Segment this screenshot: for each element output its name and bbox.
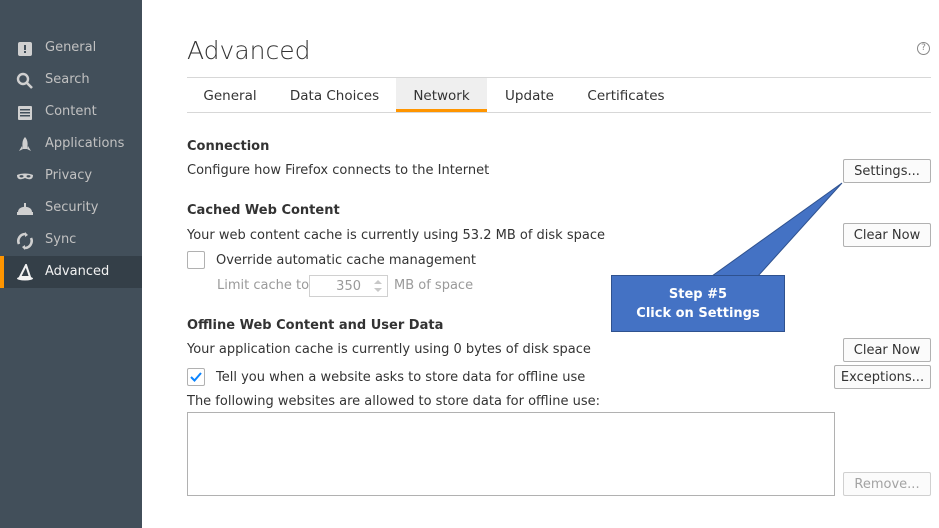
sync-icon <box>17 232 33 250</box>
connection-description: Configure how Firefox connects to the In… <box>187 163 490 178</box>
tab-data-choices[interactable]: Data Choices <box>281 78 388 112</box>
sidebar-item-label: Sync <box>45 232 77 247</box>
wizard-hat-icon <box>17 264 33 281</box>
step-callout: Step #5 Click on Settings <box>611 275 785 332</box>
search-icon <box>16 72 33 89</box>
sidebar: General Search Content Applications Priv… <box>0 0 142 528</box>
offline-content-heading: Offline Web Content and User Data <box>187 318 444 333</box>
sidebar-item-applications[interactable]: Applications <box>0 128 142 160</box>
tabs-divider <box>187 112 931 113</box>
sidebar-item-privacy[interactable]: Privacy <box>0 160 142 192</box>
sidebar-item-label: Applications <box>45 136 125 151</box>
sidebar-item-advanced[interactable]: Advanced <box>0 256 142 288</box>
remove-button[interactable]: Remove... <box>843 472 931 496</box>
general-icon <box>18 42 32 56</box>
sidebar-item-security[interactable]: Security <box>0 192 142 224</box>
cache-unit-label: MB of space <box>394 278 474 293</box>
helmet-icon <box>17 203 33 215</box>
clear-app-cache-button[interactable]: Clear Now <box>843 338 931 362</box>
sidebar-item-search[interactable]: Search <box>0 64 142 96</box>
sidebar-item-label: Content <box>45 104 97 119</box>
tab-certificates[interactable]: Certificates <box>578 78 674 112</box>
app-cache-usage-text: Your application cache is currently usin… <box>187 342 591 357</box>
cache-size-value: 350 <box>336 279 361 294</box>
settings-button[interactable]: Settings... <box>843 159 931 183</box>
page-title: Advanced <box>187 36 311 65</box>
allowed-sites-label: The following websites are allowed to st… <box>187 394 600 409</box>
exceptions-button[interactable]: Exceptions... <box>834 365 931 389</box>
tell-offline-label: Tell you when a website asks to store da… <box>216 370 586 385</box>
limit-cache-label: Limit cache to <box>217 278 310 293</box>
mask-icon <box>17 173 33 180</box>
sidebar-item-sync[interactable]: Sync <box>0 224 142 256</box>
cache-size-input[interactable]: 350 <box>309 275 388 297</box>
tab-network[interactable]: Network <box>396 78 487 112</box>
clear-cache-button[interactable]: Clear Now <box>843 223 931 247</box>
sidebar-item-label: General <box>45 40 97 55</box>
cache-usage-text: Your web content cache is currently usin… <box>187 228 605 243</box>
cached-content-heading: Cached Web Content <box>187 203 340 218</box>
override-cache-label: Override automatic cache management <box>216 253 476 268</box>
callout-line-1: Step #5 <box>668 287 728 302</box>
content-icon <box>18 106 32 120</box>
checkmark-icon <box>190 372 202 382</box>
help-icon[interactable]: ? <box>917 42 930 55</box>
sidebar-item-content[interactable]: Content <box>0 96 142 128</box>
callout-line-2: Click on Settings <box>636 306 760 321</box>
sidebar-item-label: Search <box>45 72 90 87</box>
rocket-icon <box>19 137 31 151</box>
tab-update[interactable]: Update <box>493 78 566 112</box>
connection-heading: Connection <box>187 139 270 154</box>
override-cache-checkbox[interactable] <box>187 251 205 269</box>
allowed-sites-list[interactable] <box>187 412 835 496</box>
spinner-arrows-icon <box>374 280 382 292</box>
sidebar-item-label: Advanced <box>45 264 110 279</box>
tell-offline-checkbox[interactable] <box>187 368 205 386</box>
sidebar-item-label: Security <box>45 200 99 215</box>
sidebar-item-label: Privacy <box>45 168 93 183</box>
tab-general[interactable]: General <box>190 78 270 112</box>
sidebar-item-general[interactable]: General <box>0 32 142 64</box>
